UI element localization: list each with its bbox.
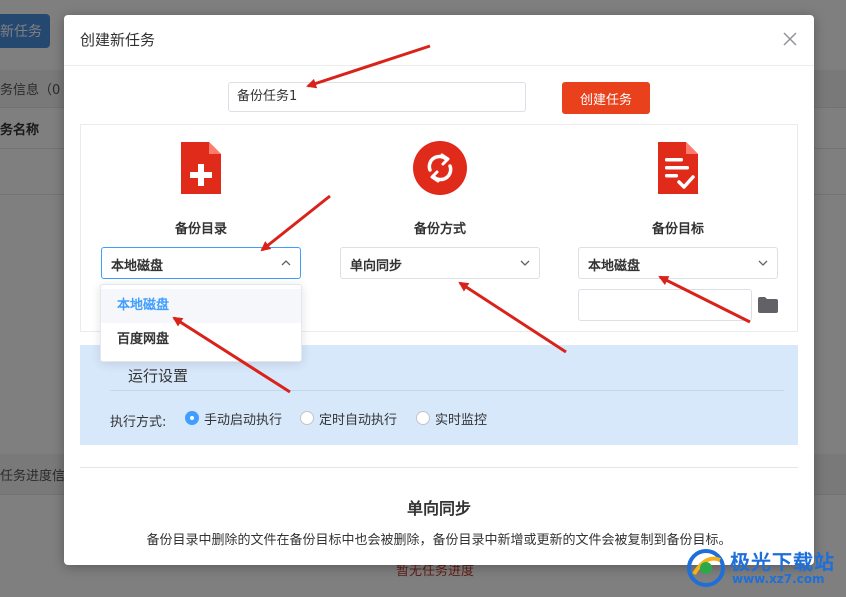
backup-mode-select[interactable]: 单向同步 bbox=[340, 247, 540, 279]
watermark-url: www.xz7.com bbox=[732, 572, 825, 586]
watermark: 极光下载站 www.xz7.com bbox=[686, 546, 842, 592]
watermark-logo-icon bbox=[687, 549, 725, 587]
backup-source-value: 本地磁盘 bbox=[111, 259, 164, 274]
backup-target-select[interactable]: 本地磁盘 bbox=[578, 247, 778, 279]
backup-source-dropdown: 本地磁盘 百度网盘 bbox=[100, 284, 302, 362]
close-icon[interactable] bbox=[780, 29, 800, 49]
document-check-icon bbox=[658, 142, 698, 194]
radio-unchecked-icon bbox=[300, 411, 314, 425]
backup-target-label: 备份目标 bbox=[651, 222, 704, 237]
create-task-dialog: 创建新任务 备份任务1 创建任务 备份目录 本地磁盘 备份方式 单向同步 备份目… bbox=[64, 15, 814, 565]
dropdown-option-local-disk[interactable]: 本地磁盘 bbox=[101, 289, 301, 323]
radio-checked-icon bbox=[185, 411, 199, 425]
dropdown-option-baidu-netdisk[interactable]: 百度网盘 bbox=[101, 323, 301, 357]
backup-mode-label: 备份方式 bbox=[413, 222, 466, 237]
sync-mode-title: 单向同步 bbox=[406, 499, 471, 518]
backup-mode-value: 单向同步 bbox=[350, 259, 403, 274]
radio-realtime-monitor[interactable]: 实时监控 bbox=[416, 409, 488, 428]
radio-scheduled-label: 定时自动执行 bbox=[319, 412, 398, 428]
watermark-text: 极光下载站 bbox=[730, 550, 835, 574]
backup-source-select[interactable]: 本地磁盘 bbox=[101, 247, 301, 279]
backup-mode-column: 备份方式 单向同步 bbox=[340, 125, 540, 333]
task-name-input[interactable]: 备份任务1 bbox=[228, 82, 526, 112]
sync-icon bbox=[413, 141, 467, 195]
run-settings-title: 运行设置 bbox=[128, 367, 189, 385]
folder-icon[interactable] bbox=[758, 297, 778, 313]
run-settings-divider bbox=[110, 390, 784, 391]
radio-scheduled[interactable]: 定时自动执行 bbox=[300, 409, 398, 428]
backup-target-column: 备份目标 本地磁盘 bbox=[578, 125, 778, 333]
chevron-down-icon bbox=[758, 260, 768, 266]
exec-mode-label: 执行方式: bbox=[110, 415, 167, 430]
chevron-down-icon bbox=[520, 260, 530, 266]
section-divider bbox=[80, 467, 798, 468]
radio-unchecked-icon bbox=[416, 411, 430, 425]
document-add-icon bbox=[181, 142, 221, 194]
dialog-title: 创建新任务 bbox=[80, 31, 156, 49]
target-path-input[interactable] bbox=[578, 289, 752, 321]
radio-manual-start-label: 手动启动执行 bbox=[204, 412, 283, 428]
create-task-button[interactable]: 创建任务 bbox=[562, 82, 650, 114]
backup-source-label: 备份目录 bbox=[174, 222, 227, 237]
backup-target-value: 本地磁盘 bbox=[588, 259, 641, 274]
dialog-header: 创建新任务 bbox=[64, 15, 814, 66]
chevron-up-icon bbox=[281, 260, 291, 266]
radio-realtime-monitor-label: 实时监控 bbox=[435, 412, 488, 428]
radio-manual-start[interactable]: 手动启动执行 bbox=[185, 409, 283, 428]
